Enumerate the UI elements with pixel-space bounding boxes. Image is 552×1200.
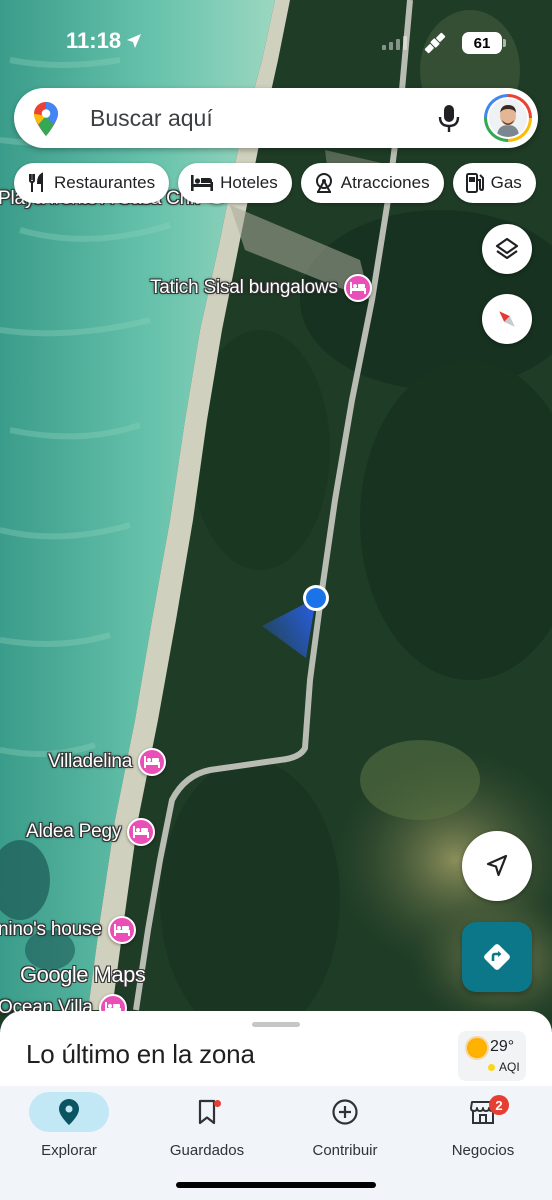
aqi-indicator: AQI: [488, 1060, 520, 1074]
nav-pill: [167, 1092, 247, 1132]
google-maps-watermark: Google Maps: [20, 962, 146, 987]
nav-label: Guardados: [169, 1142, 245, 1159]
chip-label: Gas: [490, 173, 522, 192]
nav-pill: [305, 1092, 385, 1132]
add-circle-icon: [332, 1099, 358, 1125]
nav-guardados[interactable]: Guardados: [152, 1092, 262, 1159]
poi-hotel[interactable]: Aldea Pegy: [26, 818, 156, 846]
chip-gas[interactable]: Gas: [452, 163, 536, 203]
bed-icon: [191, 175, 214, 191]
notification-badge: 2: [489, 1095, 509, 1115]
time-text: 11:18: [66, 28, 122, 53]
hotel-pin-icon: [127, 818, 156, 846]
hotel-pin-icon: [138, 748, 167, 776]
compass-button[interactable]: [482, 294, 532, 344]
chip-restaurantes[interactable]: Restaurantes: [14, 163, 170, 203]
poi-label: nino's house: [0, 919, 102, 940]
sheet-drag-handle[interactable]: [252, 1022, 300, 1027]
nav-label: Explorar: [41, 1142, 97, 1159]
avatar[interactable]: [484, 94, 532, 142]
poi-hotel[interactable]: Villadelina: [48, 748, 167, 776]
directions-icon: [484, 944, 510, 970]
attraction-icon: [315, 173, 332, 193]
hotel-pin-icon: [343, 274, 372, 302]
directions-button[interactable]: [462, 922, 532, 992]
compass-icon: [499, 311, 515, 327]
chip-label: Atracciones: [340, 173, 430, 192]
battery-level: 61: [473, 34, 491, 52]
hotel-pin-icon: [107, 916, 136, 944]
explore-pin-icon: [59, 1099, 79, 1125]
aqi-dot-icon: [488, 1063, 495, 1071]
chip-label: Restaurantes: [54, 173, 156, 192]
sheet-title: Lo último en la zona: [26, 1039, 255, 1069]
category-chips: Restaurantes Hoteles Atracciones Gas: [14, 163, 536, 203]
signal-icon: [382, 36, 407, 50]
layers-icon: [495, 237, 519, 260]
temperature: 29°: [490, 1038, 515, 1055]
nav-pill: 2: [443, 1092, 523, 1132]
nav-label: Contribuir: [312, 1142, 378, 1159]
search-input[interactable]: Buscar aquí: [90, 105, 213, 132]
navigation-arrow-icon: [486, 854, 508, 877]
poi-label: Villadelina: [48, 751, 133, 772]
satellite-icon: [424, 32, 446, 54]
fork-knife-icon: [29, 172, 43, 192]
weather-widget[interactable]: 29° AQI: [458, 1031, 526, 1081]
gas-pump-icon: [465, 173, 484, 193]
nav-contribuir[interactable]: Contribuir: [290, 1092, 400, 1159]
home-indicator[interactable]: [176, 1182, 376, 1188]
search-bar[interactable]: Buscar aquí: [14, 88, 538, 148]
chip-label: Hoteles: [220, 173, 278, 192]
layers-button[interactable]: [482, 224, 532, 274]
status-time: 11:18: [66, 28, 143, 54]
notification-dot: [214, 1100, 221, 1107]
poi-hotel[interactable]: nino's house: [0, 916, 136, 944]
chip-hoteles[interactable]: Hoteles: [178, 163, 292, 203]
google-maps-logo-icon: [34, 102, 58, 136]
my-location-button[interactable]: [462, 831, 532, 901]
chip-atracciones[interactable]: Atracciones: [300, 163, 444, 203]
microphone-icon[interactable]: [438, 104, 460, 134]
nav-explorar[interactable]: Explorar: [14, 1092, 124, 1159]
location-arrow-icon: [127, 34, 142, 48]
poi-label: Aldea Pegy: [26, 821, 122, 842]
sun-icon: [467, 1038, 487, 1058]
nav-negocios[interactable]: 2 Negocios: [428, 1092, 538, 1159]
battery-indicator: 61: [462, 32, 506, 54]
poi-hotel[interactable]: Tatich Sisal bungalows: [150, 274, 372, 302]
nav-label: Negocios: [451, 1142, 515, 1159]
nav-pill: [29, 1092, 109, 1132]
poi-label: Tatich Sisal bungalows: [150, 277, 338, 298]
aqi-label: AQI: [499, 1060, 520, 1074]
status-bar: 11:18 61: [0, 0, 552, 80]
